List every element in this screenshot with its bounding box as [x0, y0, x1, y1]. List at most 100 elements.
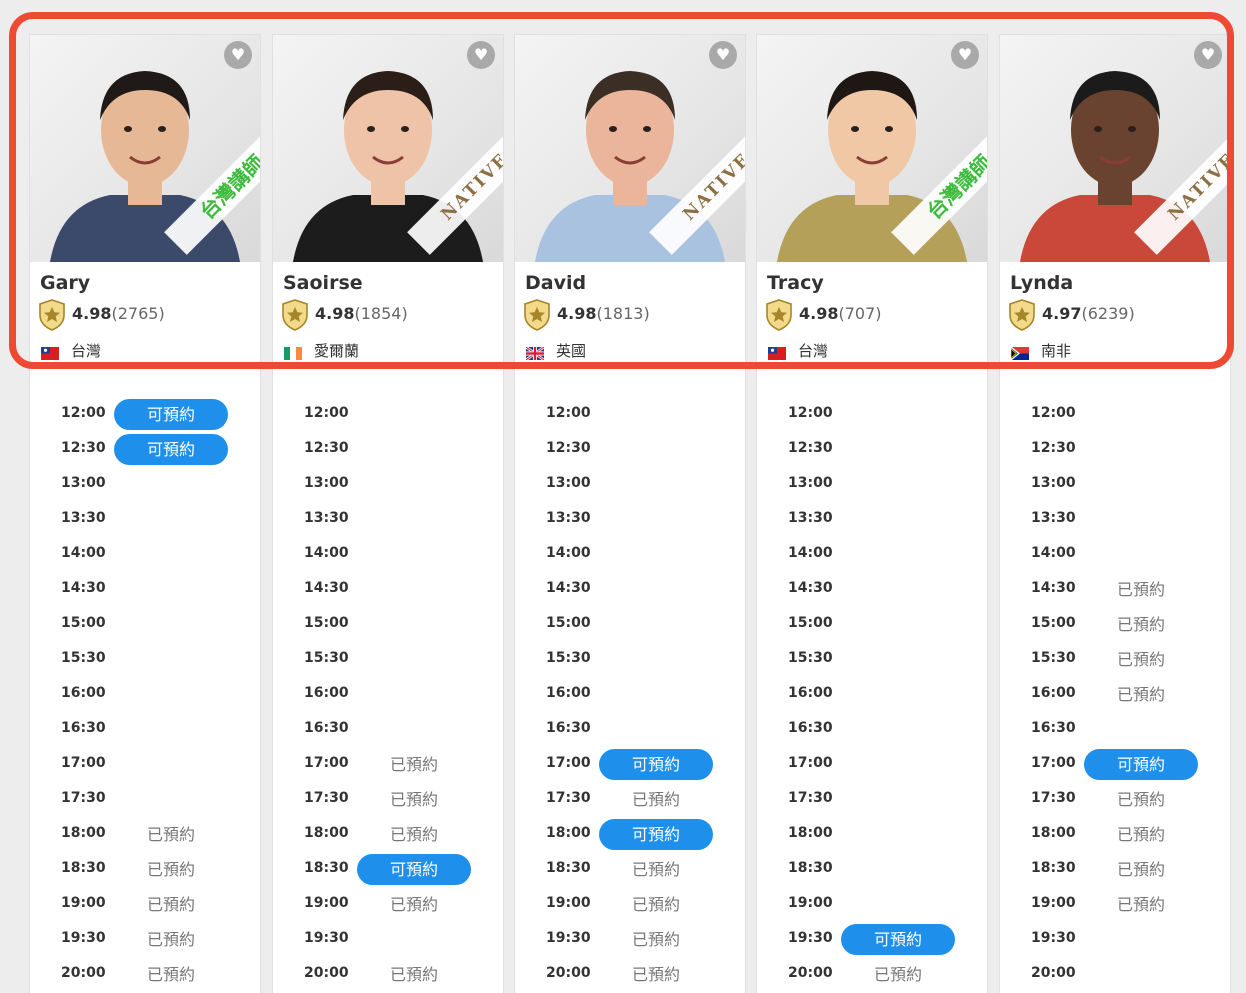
- slot-time: 16:30: [304, 720, 349, 736]
- slot-time: 12:00: [788, 405, 833, 421]
- slot-time: 18:30: [788, 860, 833, 876]
- slot-time: 20:00: [304, 965, 349, 981]
- slot-time: 17:00: [788, 755, 833, 771]
- star-badge-icon: [38, 299, 66, 335]
- tutor-photo[interactable]: NATIVE ♥: [515, 35, 745, 262]
- book-slot-button[interactable]: 可預約: [357, 854, 471, 885]
- rating-value: 4.98: [557, 304, 597, 323]
- slot-time: 16:00: [304, 685, 349, 701]
- tutor-rating: 4.98(707): [799, 304, 882, 323]
- time-slot-row: 17:30 已預約: [273, 782, 503, 817]
- tutor-portrait: [1020, 71, 1210, 262]
- tutor-name[interactable]: Gary: [40, 272, 90, 294]
- slot-time: 19:00: [61, 895, 106, 911]
- tutor-photo[interactable]: NATIVE ♥: [273, 35, 503, 262]
- booked-status: 已預約: [389, 895, 438, 914]
- book-slot-button[interactable]: 可預約: [599, 819, 713, 850]
- slot-time: 15:00: [546, 615, 591, 631]
- book-slot-button[interactable]: 可預約: [114, 399, 228, 430]
- time-slot-row: 15:00: [515, 607, 745, 642]
- tutor-info[interactable]: Lynda 4.97(6239) 南非: [1000, 262, 1230, 365]
- slot-time: 18:00: [788, 825, 833, 841]
- heart-icon[interactable]: ♥: [709, 41, 737, 69]
- tutor-photo[interactable]: 台灣講師 ♥: [757, 35, 987, 262]
- slot-time: 13:30: [61, 510, 106, 526]
- slot-time: 12:00: [304, 405, 349, 421]
- time-slot-row: 15:00 已預約: [1000, 607, 1230, 642]
- heart-icon[interactable]: ♥: [224, 41, 252, 69]
- slot-time: 18:30: [304, 860, 349, 876]
- time-slot-row: 13:00: [515, 467, 745, 502]
- tutor-rating: 4.98(1813): [557, 304, 650, 323]
- slot-time: 17:00: [1031, 755, 1076, 771]
- slot-time: 13:00: [546, 475, 591, 491]
- time-slot-row: 16:00 已預約: [1000, 677, 1230, 712]
- booked-status: 已預約: [389, 790, 438, 809]
- slot-time: 13:00: [61, 475, 106, 491]
- slot-time: 14:00: [304, 545, 349, 561]
- slot-time: 13:30: [546, 510, 591, 526]
- tutor-info[interactable]: Gary 4.98(2765) 台灣: [30, 262, 260, 365]
- tutor-name[interactable]: David: [525, 272, 586, 294]
- time-slot-row: 15:00: [757, 607, 987, 642]
- star-badge-icon: [1008, 299, 1036, 335]
- slot-time: 18:30: [61, 860, 106, 876]
- book-slot-button[interactable]: 可預約: [1084, 749, 1198, 780]
- tutor-name[interactable]: Tracy: [767, 272, 824, 294]
- time-slot-row: 20:00 已預約: [757, 957, 987, 992]
- heart-icon[interactable]: ♥: [951, 41, 979, 69]
- tutor-photo[interactable]: NATIVE ♥: [1000, 35, 1230, 262]
- slot-time: 16:00: [788, 685, 833, 701]
- slot-time: 16:00: [61, 685, 106, 701]
- booked-status: 已預約: [146, 895, 195, 914]
- heart-icon[interactable]: ♥: [467, 41, 495, 69]
- time-slot-row: 15:00: [30, 607, 260, 642]
- slot-time: 16:00: [1031, 685, 1076, 701]
- tutor-name[interactable]: Lynda: [1010, 272, 1073, 294]
- book-slot-button[interactable]: 可預約: [114, 434, 228, 465]
- time-slot-row: 13:30: [1000, 502, 1230, 537]
- time-slot-row: 19:00: [757, 887, 987, 922]
- booked-status: 已預約: [1116, 650, 1165, 669]
- tutor-column-david: NATIVE ♥ David 4.98(1813) 英國 12:00 12:30 13:00 1…: [515, 35, 745, 993]
- time-slot-row: 18:00 可預約: [515, 817, 745, 852]
- book-slot-button[interactable]: 可預約: [841, 924, 955, 955]
- tutor-info[interactable]: Tracy 4.98(707) 台灣: [757, 262, 987, 365]
- slot-time: 15:30: [304, 650, 349, 666]
- booked-status: 已預約: [1116, 615, 1165, 634]
- slot-time: 16:30: [788, 720, 833, 736]
- time-slot-row: 17:30: [757, 782, 987, 817]
- tutor-country: 南非: [1041, 342, 1072, 360]
- slot-time: 17:30: [304, 790, 349, 806]
- tutor-column-lynda: NATIVE ♥ Lynda 4.97(6239) 南非 12:00 12:30 13:00 1…: [1000, 35, 1230, 993]
- time-slot-row: 14:00: [757, 537, 987, 572]
- time-slot-row: 19:00 已預約: [273, 887, 503, 922]
- time-slot-row: 19:00 已預約: [30, 887, 260, 922]
- time-slot-row: 12:30: [515, 432, 745, 467]
- time-slot-row: 16:00: [30, 677, 260, 712]
- booked-status: 已預約: [631, 790, 680, 809]
- tutor-name[interactable]: Saoirse: [283, 272, 363, 294]
- booked-status: 已預約: [631, 930, 680, 949]
- heart-icon[interactable]: ♥: [1194, 41, 1222, 69]
- slot-time: 15:30: [61, 650, 106, 666]
- star-badge-icon: [281, 299, 309, 335]
- slot-time: 20:00: [61, 965, 106, 981]
- time-slot-row: 16:00: [757, 677, 987, 712]
- book-slot-button[interactable]: 可預約: [599, 749, 713, 780]
- tutor-info[interactable]: David 4.98(1813) 英國: [515, 262, 745, 365]
- tutor-photo[interactable]: 台灣講師 ♥: [30, 35, 260, 262]
- tutor-rating: 4.98(2765): [72, 304, 165, 323]
- time-slot-row: 13:00: [30, 467, 260, 502]
- time-slot-row: 15:30: [757, 642, 987, 677]
- booked-status: 已預約: [146, 825, 195, 844]
- time-slot-row: 18:30 已預約: [515, 852, 745, 887]
- slot-time: 13:30: [788, 510, 833, 526]
- slot-time: 13:00: [304, 475, 349, 491]
- tutor-info[interactable]: Saoirse 4.98(1854) 愛爾蘭: [273, 262, 503, 365]
- booked-status: 已預約: [146, 965, 195, 984]
- time-slot-row: 19:30: [1000, 922, 1230, 957]
- slot-time: 14:30: [788, 580, 833, 596]
- time-slot-row: 19:00 已預約: [1000, 887, 1230, 922]
- slot-time: 15:30: [788, 650, 833, 666]
